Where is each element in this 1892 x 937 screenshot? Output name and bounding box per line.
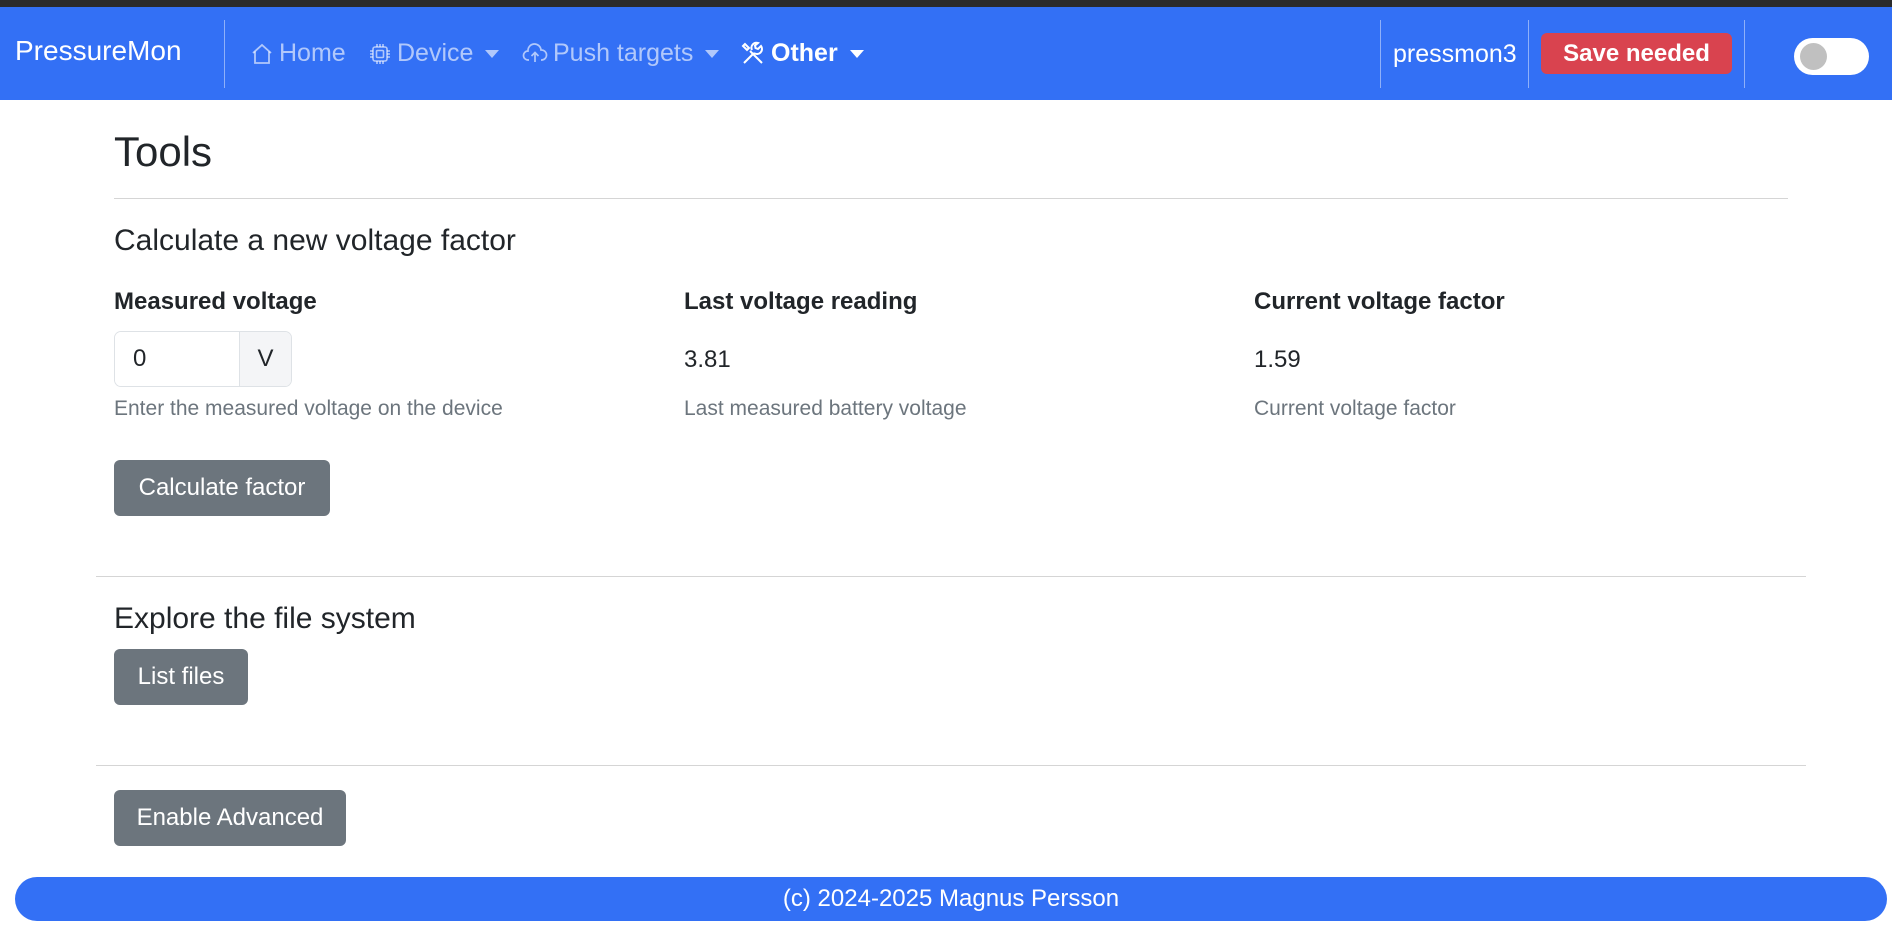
navbar-divider: [224, 20, 225, 88]
brand-logo[interactable]: PressureMon: [15, 35, 182, 67]
last-voltage-help: Last measured battery voltage: [684, 397, 967, 420]
cloud-upload-icon: [522, 42, 548, 62]
save-needed-button[interactable]: Save needed: [1541, 33, 1732, 74]
chevron-down-icon: [849, 49, 864, 58]
nav-push-targets-dropdown[interactable]: Push targets: [522, 39, 720, 68]
list-files-button[interactable]: List files: [114, 649, 248, 705]
toggle-knob: [1800, 43, 1827, 70]
voltage-unit-addon: V: [240, 332, 291, 386]
enable-advanced-button[interactable]: Enable Advanced: [114, 790, 346, 846]
calculate-factor-button[interactable]: Calculate factor: [114, 460, 330, 516]
nav-device-label: Device: [397, 39, 474, 67]
footer-copyright: (c) 2024-2025 Magnus Persson: [782, 885, 1120, 912]
nav-push-targets-label: Push targets: [553, 39, 694, 67]
measured-voltage-label: Measured voltage: [114, 288, 317, 315]
window-top-strip: [0, 0, 1892, 7]
page-title: Tools: [114, 128, 213, 175]
last-voltage-label: Last voltage reading: [684, 288, 918, 315]
title-divider: [114, 198, 1788, 199]
nav-device-dropdown[interactable]: Device: [368, 39, 500, 68]
cpu-icon: [370, 43, 390, 64]
nav-home-label: Home: [279, 39, 346, 67]
tools-icon: [741, 41, 763, 64]
theme-toggle[interactable]: [1794, 38, 1869, 75]
measured-voltage-input-group: 0 V: [114, 331, 292, 387]
navbar-divider: [1528, 20, 1529, 88]
measured-voltage-input[interactable]: 0: [115, 332, 240, 386]
current-factor-label: Current voltage factor: [1254, 288, 1505, 315]
files-section-title: Explore the file system: [114, 602, 416, 635]
navbar-divider: [1744, 20, 1745, 88]
section-divider: [96, 765, 1806, 766]
current-factor-help: Current voltage factor: [1254, 397, 1456, 420]
footer: (c) 2024-2025 Magnus Persson: [15, 877, 1887, 921]
chevron-down-icon: [705, 49, 720, 58]
house-icon: [252, 43, 272, 64]
device-hostname: pressmon3: [1393, 40, 1517, 68]
navbar-divider: [1380, 20, 1381, 88]
nav-other-dropdown[interactable]: Other: [740, 39, 864, 68]
chevron-down-icon: [485, 49, 500, 58]
section-divider: [96, 576, 1806, 577]
current-factor-value: 1.59: [1254, 346, 1301, 373]
navbar: PressureMon Home Device Push targets Oth…: [0, 7, 1892, 100]
nav-other-label: Other: [771, 39, 838, 67]
nav-home[interactable]: Home: [250, 39, 346, 68]
last-voltage-value: 3.81: [684, 346, 731, 373]
voltage-section-title: Calculate a new voltage factor: [114, 224, 516, 257]
measured-voltage-help: Enter the measured voltage on the device: [114, 397, 503, 420]
